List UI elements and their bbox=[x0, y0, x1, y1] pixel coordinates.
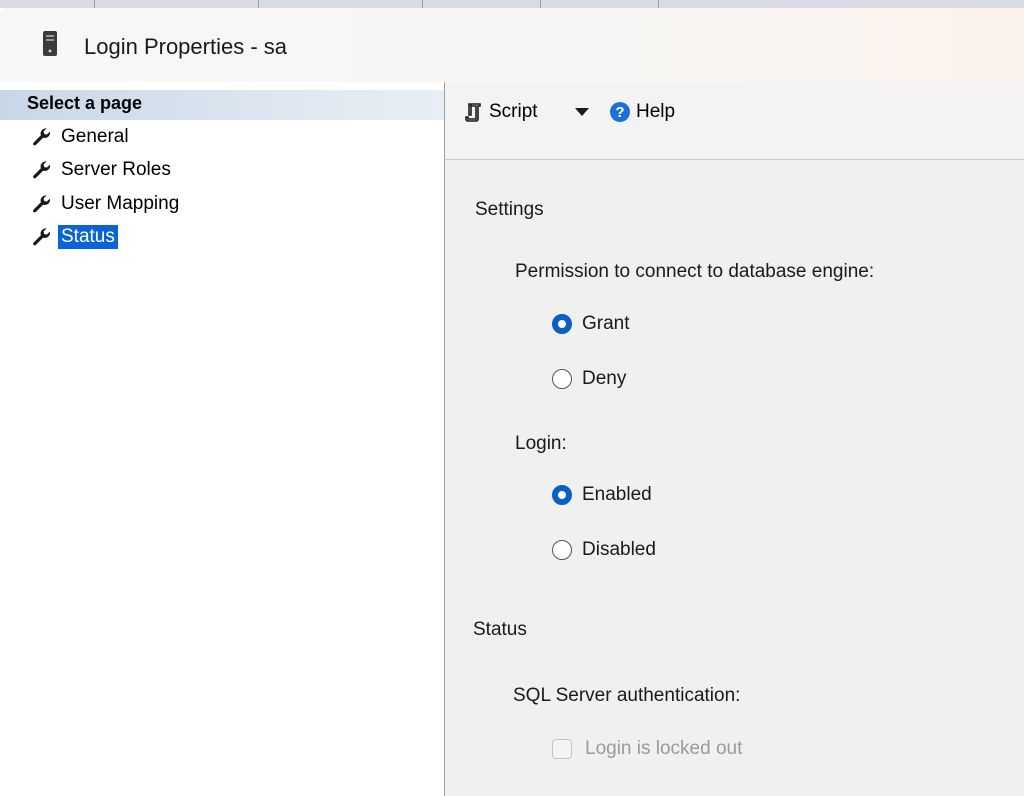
enabled-label: Enabled bbox=[582, 484, 652, 505]
wrench-icon bbox=[33, 228, 50, 246]
script-icon bbox=[465, 103, 481, 122]
permission-label: Permission to connect to database engine… bbox=[515, 261, 875, 282]
status-section-title: Status bbox=[473, 619, 527, 640]
wrench-icon bbox=[33, 195, 50, 213]
page-item-label: User Mapping bbox=[61, 193, 180, 214]
locked-out-option: Login is locked out bbox=[552, 734, 742, 764]
script-button[interactable]: Script bbox=[465, 98, 538, 126]
login-properties-window: Login Properties - sa Select a page Gene… bbox=[0, 0, 1024, 796]
locked-out-label: Login is locked out bbox=[585, 738, 743, 759]
select-page-header: Select a page bbox=[0, 90, 444, 120]
script-label: Script bbox=[489, 101, 538, 122]
sql-auth-label: SQL Server authentication: bbox=[513, 685, 741, 706]
toolbar: Script ? Help bbox=[445, 82, 1024, 160]
strip-divider bbox=[258, 0, 259, 8]
disabled-radio-option[interactable]: Disabled bbox=[552, 535, 656, 565]
help-button[interactable]: ? Help bbox=[610, 98, 675, 126]
deny-radio-option[interactable]: Deny bbox=[552, 364, 626, 394]
page-item-label: Server Roles bbox=[61, 159, 171, 180]
settings-section-title: Settings bbox=[475, 199, 544, 220]
page-item-server-roles[interactable]: Server Roles bbox=[32, 156, 174, 184]
strip-divider bbox=[540, 0, 541, 8]
page-item-label: General bbox=[61, 126, 129, 147]
strip-divider bbox=[658, 0, 659, 8]
grant-radio[interactable] bbox=[552, 314, 572, 334]
background-window-strip bbox=[0, 0, 1024, 8]
strip-divider bbox=[94, 0, 95, 8]
wrench-icon bbox=[33, 128, 50, 146]
deny-label: Deny bbox=[582, 368, 627, 389]
select-page-title: Select a page bbox=[27, 93, 143, 113]
page-selector-pane: Select a page General Server Roles User … bbox=[0, 82, 444, 796]
grant-radio-option[interactable]: Grant bbox=[552, 309, 630, 339]
strip-divider bbox=[422, 0, 423, 8]
deny-radio[interactable] bbox=[552, 369, 572, 389]
page-item-general[interactable]: General bbox=[32, 123, 132, 151]
disabled-radio[interactable] bbox=[552, 540, 572, 560]
wrench-icon bbox=[33, 161, 50, 179]
login-label: Login: bbox=[515, 433, 567, 454]
title-bar[interactable]: Login Properties - sa bbox=[0, 8, 1024, 82]
grant-label: Grant bbox=[582, 313, 630, 334]
disabled-label: Disabled bbox=[582, 539, 656, 560]
locked-out-checkbox bbox=[552, 739, 572, 759]
page-item-status[interactable]: Status bbox=[32, 223, 118, 251]
enabled-radio[interactable] bbox=[552, 485, 572, 505]
page-item-user-mapping[interactable]: User Mapping bbox=[32, 190, 182, 218]
help-icon: ? bbox=[610, 102, 630, 122]
window-title: Login Properties - sa bbox=[84, 34, 287, 59]
script-dropdown-chevron-down-icon[interactable] bbox=[575, 108, 589, 116]
server-icon bbox=[43, 31, 57, 56]
status-page-content: Script ? Help Settings Permission to con… bbox=[445, 82, 1024, 796]
page-item-label: Status bbox=[58, 225, 118, 249]
enabled-radio-option[interactable]: Enabled bbox=[552, 480, 652, 510]
help-label: Help bbox=[636, 101, 676, 122]
